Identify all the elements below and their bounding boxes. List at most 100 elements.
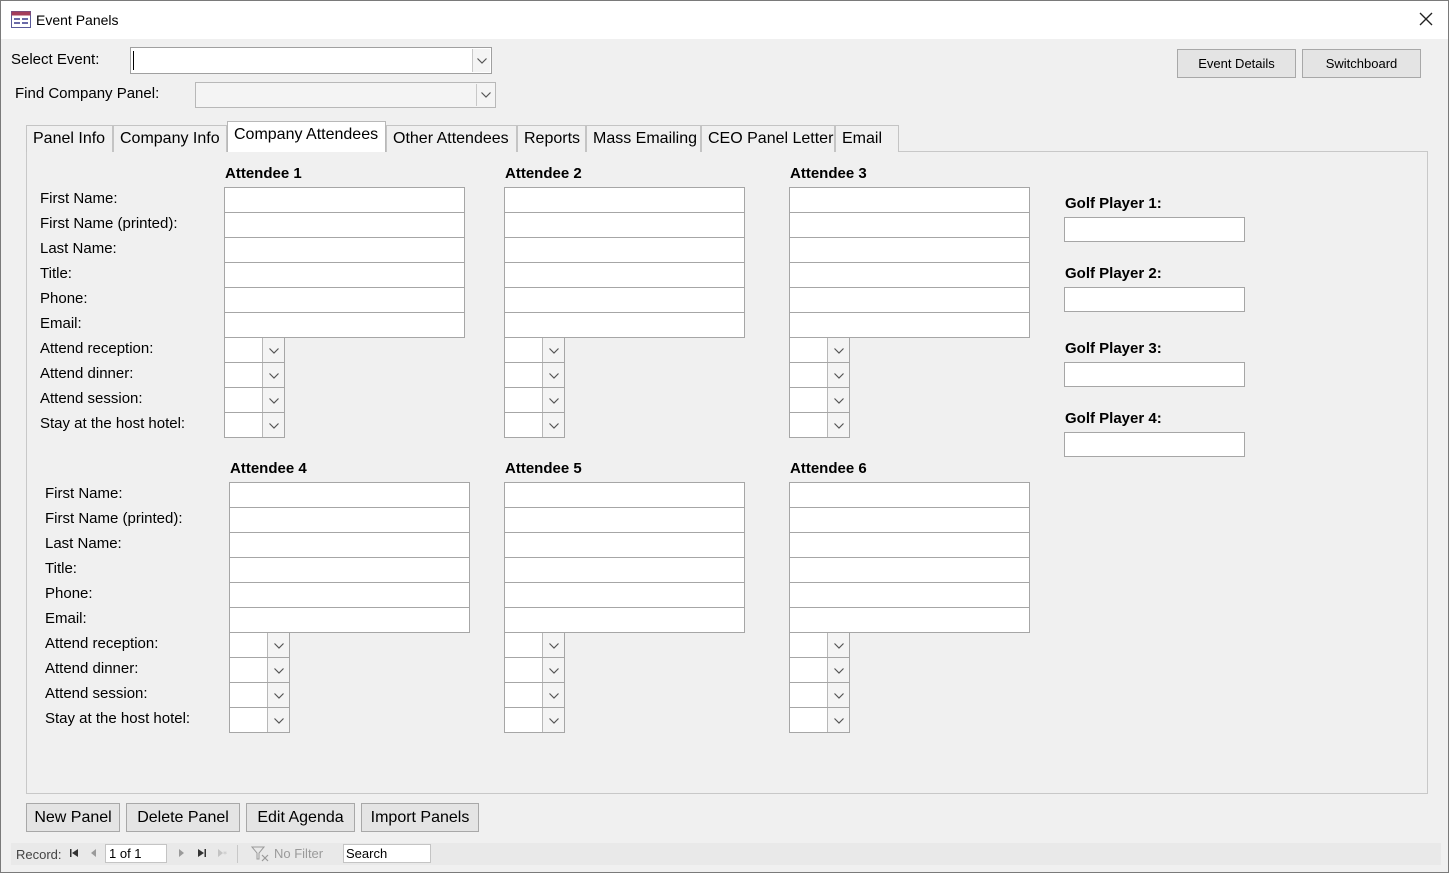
dropdown-button[interactable]	[827, 363, 849, 387]
dropdown-button[interactable]	[827, 633, 849, 657]
search-field[interactable]: Search	[343, 844, 431, 863]
tab-other-attendees[interactable]: Other Attendees	[386, 125, 517, 152]
new-record-icon[interactable]: *	[215, 846, 229, 860]
attendee-3-phone-field[interactable]	[789, 287, 1030, 313]
dropdown-button[interactable]	[542, 683, 564, 707]
golf-player-1-field[interactable]	[1064, 217, 1245, 242]
close-icon[interactable]	[1416, 9, 1436, 29]
dropdown-button[interactable]	[827, 683, 849, 707]
dropdown-button[interactable]	[542, 708, 564, 732]
attendee-2-last-name-field[interactable]	[504, 237, 745, 263]
tab-reports[interactable]: Reports	[517, 125, 586, 152]
no-filter-label[interactable]: No Filter	[274, 845, 344, 863]
attendee-6-last-name-field[interactable]	[789, 532, 1030, 558]
attendee-3-last-name-field[interactable]	[789, 237, 1030, 263]
attendee-6-first-name-printed-field[interactable]	[789, 507, 1030, 533]
attendee-1-first-name-field[interactable]	[224, 187, 465, 213]
attendee-2-phone-field[interactable]	[504, 287, 745, 313]
attendee-6-attend-session-combo[interactable]	[789, 682, 850, 708]
switchboard-button[interactable]: Switchboard	[1302, 49, 1421, 78]
attendee-1-title-field[interactable]	[224, 262, 465, 288]
attendee-2-stay-host-hotel-combo[interactable]	[504, 412, 565, 438]
attendee-1-phone-field[interactable]	[224, 287, 465, 313]
attendee-2-attend-dinner-combo[interactable]	[504, 362, 565, 388]
dropdown-button[interactable]	[542, 338, 564, 362]
attendee-5-stay-host-hotel-combo[interactable]	[504, 707, 565, 733]
tab-company-info[interactable]: Company Info	[113, 125, 227, 152]
attendee-4-stay-host-hotel-combo[interactable]	[229, 707, 290, 733]
delete-panel-button[interactable]: Delete Panel	[126, 803, 240, 832]
select-event-combo[interactable]	[130, 47, 492, 74]
filter-icon[interactable]	[251, 845, 269, 863]
attendee-3-title-field[interactable]	[789, 262, 1030, 288]
dropdown-button[interactable]	[542, 658, 564, 682]
attendee-5-attend-reception-combo[interactable]	[504, 632, 565, 658]
attendee-6-first-name-field[interactable]	[789, 482, 1030, 508]
attendee-5-attend-dinner-combo[interactable]	[504, 657, 565, 683]
attendee-1-stay-host-hotel-combo[interactable]	[224, 412, 285, 438]
attendee-3-attend-dinner-combo[interactable]	[789, 362, 850, 388]
attendee-6-attend-reception-combo[interactable]	[789, 632, 850, 658]
attendee-4-first-name-printed-field[interactable]	[229, 507, 470, 533]
attendee-1-attend-session-combo[interactable]	[224, 387, 285, 413]
attendee-2-email-field[interactable]	[504, 312, 745, 338]
attendee-2-attend-reception-combo[interactable]	[504, 337, 565, 363]
tab-company-attendees[interactable]: Company Attendees	[227, 121, 386, 152]
attendee-5-first-name-printed-field[interactable]	[504, 507, 745, 533]
tab-ceo-panel-letter[interactable]: CEO Panel Letter	[701, 125, 835, 152]
tab-mass-emailing[interactable]: Mass Emailing	[586, 125, 701, 152]
attendee-6-title-field[interactable]	[789, 557, 1030, 583]
dropdown-button[interactable]	[827, 338, 849, 362]
attendee-4-attend-session-combo[interactable]	[229, 682, 290, 708]
attendee-4-attend-dinner-combo[interactable]	[229, 657, 290, 683]
dropdown-button[interactable]	[542, 363, 564, 387]
current-record-field[interactable]: 1 of 1	[105, 844, 167, 863]
attendee-5-email-field[interactable]	[504, 607, 745, 633]
dropdown-button[interactable]	[827, 658, 849, 682]
attendee-2-title-field[interactable]	[504, 262, 745, 288]
attendee-2-first-name-printed-field[interactable]	[504, 212, 745, 238]
attendee-5-last-name-field[interactable]	[504, 532, 745, 558]
select-event-dropdown-button[interactable]	[472, 49, 490, 72]
attendee-4-email-field[interactable]	[229, 607, 470, 633]
golf-player-2-field[interactable]	[1064, 287, 1245, 312]
find-company-dropdown-button[interactable]	[476, 84, 494, 106]
dropdown-button[interactable]	[827, 708, 849, 732]
dropdown-button[interactable]	[542, 633, 564, 657]
dropdown-button[interactable]	[827, 388, 849, 412]
dropdown-button[interactable]	[262, 363, 284, 387]
attendee-6-phone-field[interactable]	[789, 582, 1030, 608]
find-company-panel-combo[interactable]	[195, 82, 496, 108]
attendee-6-attend-dinner-combo[interactable]	[789, 657, 850, 683]
attendee-3-first-name-printed-field[interactable]	[789, 212, 1030, 238]
golf-player-4-field[interactable]	[1064, 432, 1245, 457]
attendee-1-email-field[interactable]	[224, 312, 465, 338]
last-record-icon[interactable]	[195, 846, 209, 860]
first-record-icon[interactable]	[67, 846, 81, 860]
dropdown-button[interactable]	[262, 413, 284, 437]
attendee-3-email-field[interactable]	[789, 312, 1030, 338]
attendee-6-email-field[interactable]	[789, 607, 1030, 633]
event-details-button[interactable]: Event Details	[1177, 49, 1296, 78]
attendee-2-first-name-field[interactable]	[504, 187, 745, 213]
attendee-4-attend-reception-combo[interactable]	[229, 632, 290, 658]
attendee-5-title-field[interactable]	[504, 557, 745, 583]
attendee-5-first-name-field[interactable]	[504, 482, 745, 508]
dropdown-button[interactable]	[827, 413, 849, 437]
attendee-1-first-name-printed-field[interactable]	[224, 212, 465, 238]
attendee-5-phone-field[interactable]	[504, 582, 745, 608]
attendee-3-stay-host-hotel-combo[interactable]	[789, 412, 850, 438]
golf-player-3-field[interactable]	[1064, 362, 1245, 387]
attendee-5-attend-session-combo[interactable]	[504, 682, 565, 708]
edit-agenda-button[interactable]: Edit Agenda	[246, 803, 355, 832]
tab-panel-info[interactable]: Panel Info	[26, 125, 113, 152]
attendee-1-last-name-field[interactable]	[224, 237, 465, 263]
attendee-3-attend-session-combo[interactable]	[789, 387, 850, 413]
dropdown-button[interactable]	[262, 338, 284, 362]
tab-email[interactable]: Email	[835, 125, 899, 152]
new-panel-button[interactable]: New Panel	[26, 803, 120, 832]
next-record-icon[interactable]	[174, 846, 188, 860]
attendee-4-phone-field[interactable]	[229, 582, 470, 608]
attendee-6-stay-host-hotel-combo[interactable]	[789, 707, 850, 733]
attendee-4-first-name-field[interactable]	[229, 482, 470, 508]
